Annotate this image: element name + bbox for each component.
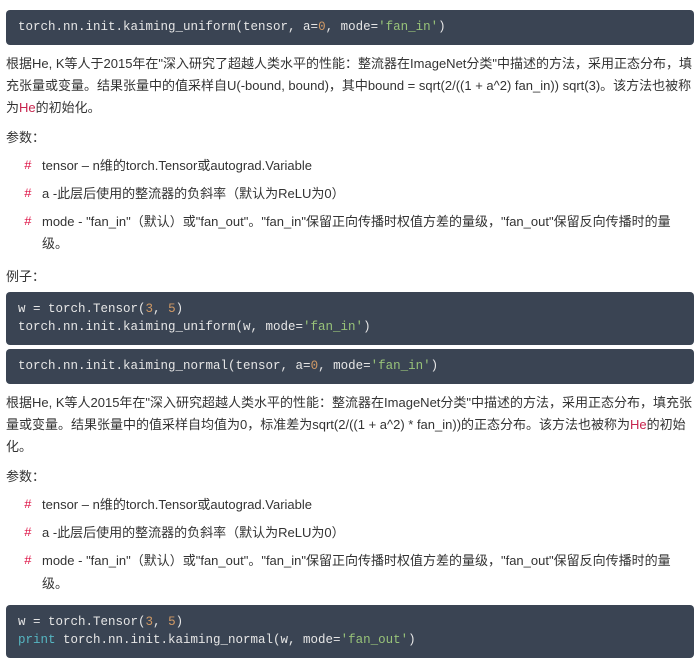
he-highlight: He: [630, 417, 647, 432]
ex-l2a: torch.nn.init.kaiming_normal(w, mode=: [56, 633, 341, 647]
ex-l2s: 'fan_in': [303, 320, 363, 334]
sig-mid: , mode=: [318, 359, 371, 373]
param-a-text: a -此层后使用的整流器的负斜率（默认为ReLU为0）: [42, 186, 345, 201]
kaiming-normal-example: w = torch.Tensor(3, 5) print torch.nn.in…: [6, 605, 694, 659]
ex-n2: 5: [168, 615, 176, 629]
sig-mid: , mode=: [326, 20, 379, 34]
kaiming-normal-signature: torch.nn.init.kaiming_normal(tensor, a=0…: [6, 349, 694, 384]
ex-l2s: 'fan_out': [341, 633, 409, 647]
hash-icon: #: [24, 211, 32, 233]
param-mode-text: mode - "fan_in"（默认）或"fan_out"。"fan_in"保留…: [42, 214, 671, 251]
kaiming-uniform-desc: 根据He, K等人于2015年在"深入研究了超越人类水平的性能：整流器在Imag…: [6, 53, 694, 119]
param-mode-text: mode - "fan_in"（默认）或"fan_out"。"fan_in"保留…: [42, 553, 671, 590]
params-label: 参数：: [6, 127, 694, 149]
sig-post: ): [438, 20, 446, 34]
ex-l1b: ): [176, 302, 184, 316]
params-label-2: 参数：: [6, 466, 694, 488]
hash-icon: #: [24, 522, 32, 544]
sig-mode-str: 'fan_in': [378, 20, 438, 34]
params-list: # tensor – n维的torch.Tensor或autograd.Varia…: [6, 155, 694, 255]
sig-mode-str: 'fan_in': [371, 359, 431, 373]
ex-sep: ,: [153, 615, 168, 629]
sig-zero: 0: [311, 359, 319, 373]
param-mode: #mode - "fan_in"（默认）或"fan_out"。"fan_in"保…: [42, 550, 694, 594]
sig-post: ): [431, 359, 439, 373]
kaiming-uniform-signature: torch.nn.init.kaiming_uniform(tensor, a=…: [6, 10, 694, 45]
print-keyword: print: [18, 633, 56, 647]
hash-icon: #: [24, 183, 32, 205]
desc-text-a: 根据He, K等人于2015年在"深入研究了超越人类水平的性能：整流器在Imag…: [6, 56, 692, 115]
desc-text-b: 的初始化。: [36, 100, 101, 115]
param-tensor-text: tensor – n维的torch.Tensor或autograd.Variab…: [42, 158, 312, 173]
param-a: #a -此层后使用的整流器的负斜率（默认为ReLU为0）: [42, 183, 694, 205]
params-list-2: # tensor – n维的torch.Tensor或autograd.Varia…: [6, 494, 694, 594]
hash-icon: #: [24, 155, 32, 177]
example-label: 例子：: [6, 266, 694, 288]
ex-n1: 3: [146, 302, 154, 316]
hash-icon: #: [24, 494, 32, 516]
ex-l2b: ): [363, 320, 371, 334]
kaiming-normal-desc: 根据He, K等人2015年在"深入研究超越人类水平的性能：整流器在ImageN…: [6, 392, 694, 458]
sig-text: torch.nn.init.kaiming_normal(tensor, a=: [18, 359, 311, 373]
kaiming-uniform-example: w = torch.Tensor(3, 5) torch.nn.init.kai…: [6, 292, 694, 346]
param-a: #a -此层后使用的整流器的负斜率（默认为ReLU为0）: [42, 522, 694, 544]
ex-sep: ,: [153, 302, 168, 316]
desc-text-a: 根据He, K等人2015年在"深入研究超越人类水平的性能：整流器在ImageN…: [6, 395, 692, 432]
ex-l1a: w = torch.Tensor(: [18, 302, 146, 316]
ex-l2b: ): [408, 633, 416, 647]
ex-l2a: torch.nn.init.kaiming_uniform(w, mode=: [18, 320, 303, 334]
ex-n2: 5: [168, 302, 176, 316]
param-tensor-text: tensor – n维的torch.Tensor或autograd.Variab…: [42, 497, 312, 512]
param-tensor: #tensor – n维的torch.Tensor或autograd.Varia…: [42, 155, 694, 177]
ex-n1: 3: [146, 615, 154, 629]
param-tensor: #tensor – n维的torch.Tensor或autograd.Varia…: [42, 494, 694, 516]
hash-icon: #: [24, 550, 32, 572]
param-a-text: a -此层后使用的整流器的负斜率（默认为ReLU为0）: [42, 525, 345, 540]
ex-l1a: w = torch.Tensor(: [18, 615, 146, 629]
he-highlight: He: [19, 100, 36, 115]
param-mode: #mode - "fan_in"（默认）或"fan_out"。"fan_in"保…: [42, 211, 694, 255]
sig-zero: 0: [318, 20, 326, 34]
ex-l1b: ): [176, 615, 184, 629]
sig-text: torch.nn.init.kaiming_uniform(tensor, a=: [18, 20, 318, 34]
